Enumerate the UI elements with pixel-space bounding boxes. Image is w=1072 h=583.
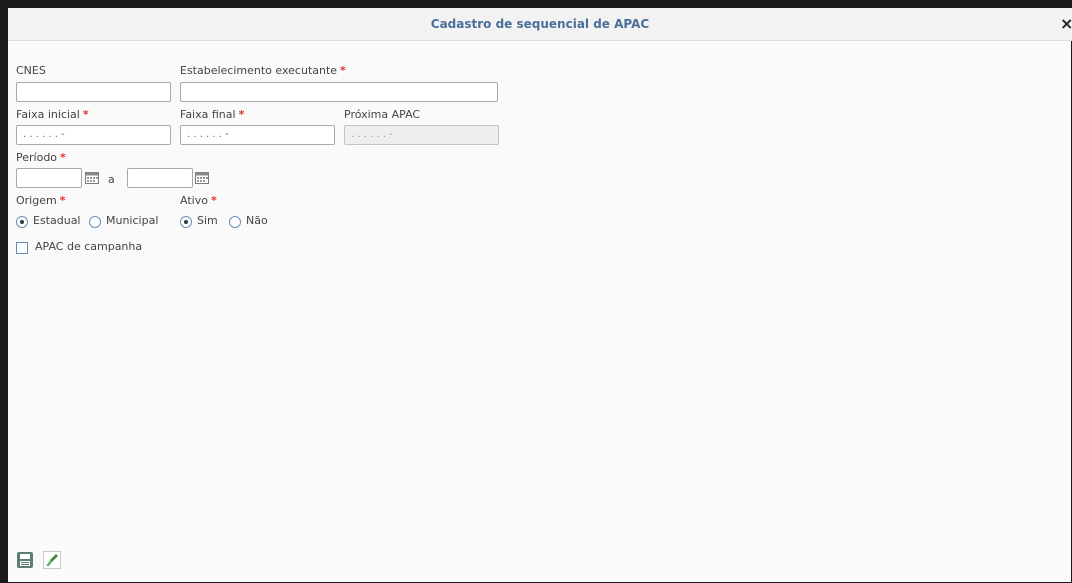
faixa-final-input[interactable]: . . . . . . - — [180, 125, 335, 145]
proxima-apac-label: Próxima APAC — [344, 108, 421, 121]
faixa-final-label: Faixa final * — [180, 108, 245, 121]
required-mark: * — [238, 108, 245, 121]
estabelecimento-input[interactable] — [180, 82, 498, 102]
estabelecimento-label: Estabelecimento executante * — [180, 64, 346, 77]
origem-estadual-radio[interactable] — [16, 216, 28, 228]
apac-campanha-checkbox[interactable] — [16, 242, 28, 254]
origem-municipal-radio[interactable] — [89, 216, 101, 228]
periodo-start-input[interactable] — [16, 168, 82, 188]
ativo-label: Ativo * — [180, 194, 217, 207]
ativo-nao-radio[interactable] — [229, 216, 241, 228]
dialog-title: Cadastro de sequencial de APAC — [430, 17, 650, 31]
cnes-label: CNES — [16, 64, 46, 77]
required-mark: * — [340, 64, 346, 77]
required-mark: * — [59, 194, 66, 207]
close-icon[interactable]: × — [1060, 16, 1072, 32]
clear-icon[interactable] — [43, 551, 61, 569]
required-mark: * — [82, 108, 89, 121]
origem-municipal-label: Municipal — [106, 214, 159, 227]
periodo-end-input[interactable] — [127, 168, 193, 188]
periodo-separator: a — [108, 173, 115, 186]
faixa-inicial-input[interactable]: . . . . . . - — [16, 125, 171, 145]
ativo-sim-radio[interactable] — [180, 216, 192, 228]
cnes-input[interactable] — [16, 82, 171, 102]
save-icon[interactable] — [16, 551, 34, 569]
calendar-icon[interactable] — [195, 172, 209, 184]
apac-campanha-label: APAC de campanha — [35, 240, 143, 253]
ativo-nao-label: Não — [246, 214, 268, 227]
required-mark: * — [210, 194, 217, 207]
required-mark: * — [60, 151, 66, 164]
origem-estadual-label: Estadual — [33, 214, 81, 227]
periodo-label: Período * — [16, 151, 66, 164]
origem-label: Origem * — [16, 194, 66, 207]
faixa-inicial-label: Faixa inicial * — [16, 108, 89, 121]
calendar-icon[interactable] — [85, 172, 99, 184]
ativo-sim-label: Sim — [197, 214, 218, 227]
proxima-apac-input: . . . . . . - — [344, 125, 499, 145]
dialog-header: Cadastro de sequencial de APAC × — [8, 8, 1072, 41]
